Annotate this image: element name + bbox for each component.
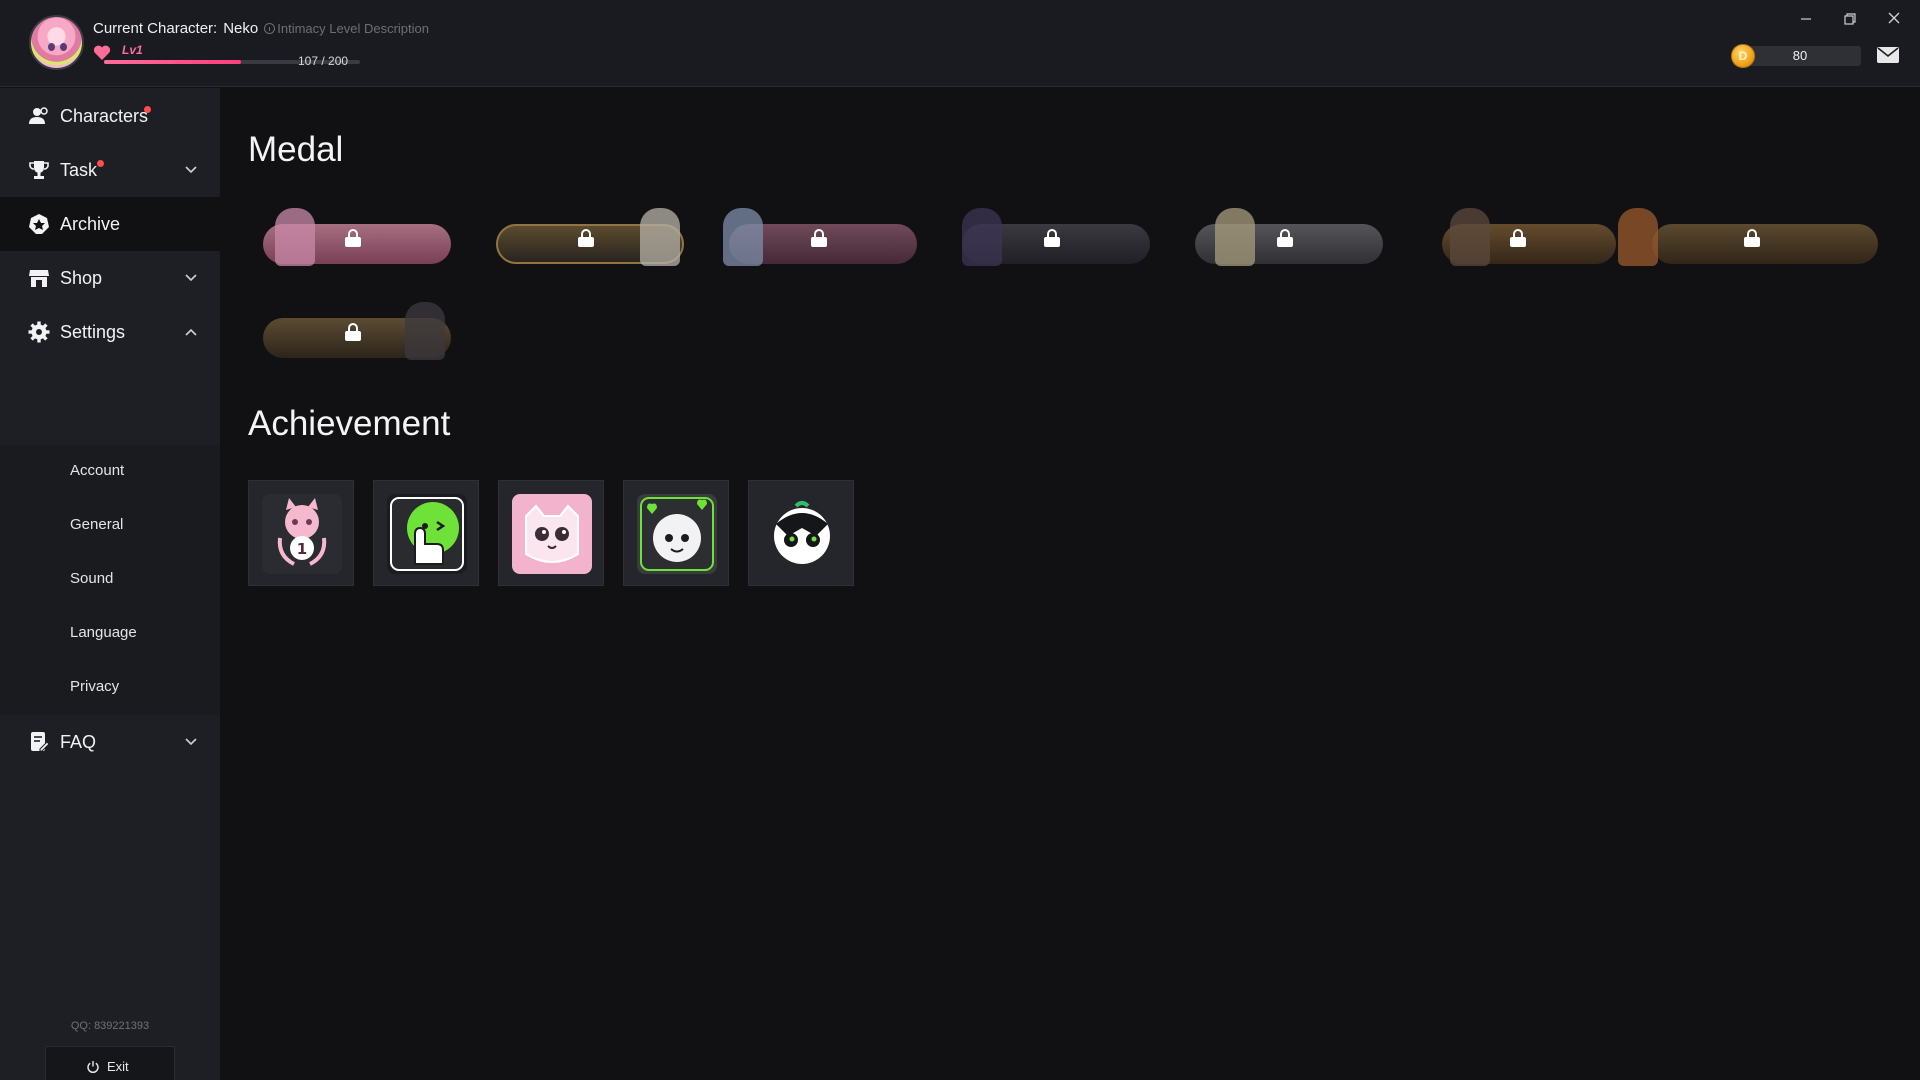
sidebar-item-shop[interactable]: Shop bbox=[0, 251, 220, 305]
document-edit-icon bbox=[31, 732, 50, 752]
sidebar-item-characters[interactable]: Characters bbox=[0, 89, 220, 143]
settings-item-label: Privacy bbox=[70, 678, 120, 695]
medal-character-art bbox=[723, 208, 763, 266]
lock-icon bbox=[811, 229, 827, 247]
sidebar-item-label: Shop bbox=[60, 267, 103, 288]
medal-character-art bbox=[1618, 208, 1658, 266]
sidebar-item-settings[interactable]: Settings bbox=[0, 305, 220, 359]
restore-icon[interactable] bbox=[1837, 6, 1863, 30]
settings-submenu: Account General Sound Language Privacy bbox=[0, 445, 220, 715]
achievement-item-heart-face[interactable] bbox=[623, 480, 729, 586]
medal-character-art bbox=[275, 208, 315, 266]
current-character-label: Current Character: bbox=[93, 20, 218, 37]
level-label: Lv1 bbox=[122, 43, 143, 57]
lock-icon bbox=[1744, 229, 1760, 247]
exit-label: Exit bbox=[107, 1059, 129, 1074]
power-icon bbox=[87, 1061, 99, 1074]
mail-icon[interactable] bbox=[1877, 47, 1899, 63]
medal-item[interactable] bbox=[1412, 202, 1626, 276]
settings-item-label: Sound bbox=[70, 570, 114, 587]
avatar-eye bbox=[48, 43, 55, 51]
intimacy-progress-fill bbox=[104, 60, 241, 64]
shop-icon bbox=[29, 270, 49, 287]
lock-icon bbox=[1510, 229, 1526, 247]
character-avatar[interactable] bbox=[29, 15, 84, 70]
medal-character-art bbox=[1450, 208, 1490, 266]
lock-icon bbox=[345, 323, 361, 341]
heart-icon bbox=[93, 45, 111, 60]
coin-icon: D bbox=[1731, 44, 1755, 68]
medal-item[interactable] bbox=[1618, 202, 1888, 276]
chevron-down-icon bbox=[185, 274, 197, 282]
heart-face-icon bbox=[637, 494, 717, 574]
svg-text:1: 1 bbox=[297, 540, 307, 558]
sidebar-item-label: FAQ bbox=[60, 731, 97, 752]
achievement-heading: Achievement bbox=[248, 404, 451, 443]
medal-item[interactable] bbox=[247, 202, 461, 276]
medal-item[interactable] bbox=[713, 202, 927, 276]
sidebar-item-faq[interactable]: FAQ bbox=[0, 715, 220, 769]
medal-heading: Medal bbox=[248, 130, 344, 169]
close-icon[interactable] bbox=[1881, 6, 1907, 30]
achievement-item-rank-1[interactable]: 1 bbox=[248, 480, 354, 586]
top-bar: Current Character: Neko Intimacy Level Des… bbox=[0, 0, 1920, 87]
achievement-item-panda[interactable] bbox=[748, 480, 854, 586]
settings-item-general[interactable]: General bbox=[0, 499, 220, 553]
sidebar-item-task[interactable]: Task bbox=[0, 143, 220, 197]
sidebar: Characters Task Archive Shop Settings Ac… bbox=[0, 88, 220, 1080]
info-icon[interactable] bbox=[264, 23, 276, 34]
medal-item[interactable] bbox=[247, 296, 461, 370]
panda-face-icon bbox=[762, 494, 842, 574]
medal-item[interactable] bbox=[946, 202, 1160, 276]
settings-item-sound[interactable]: Sound bbox=[0, 553, 220, 607]
notification-dot bbox=[97, 160, 104, 167]
character-name: Neko bbox=[223, 20, 259, 37]
achievement-item-tap[interactable] bbox=[373, 480, 479, 586]
medal-character-art bbox=[962, 208, 1002, 266]
medal-character-art bbox=[1215, 208, 1255, 266]
lock-icon bbox=[1044, 229, 1060, 247]
sidebar-item-label: Characters bbox=[60, 105, 149, 126]
intimacy-progress-text: 107 / 200 bbox=[298, 54, 349, 68]
medal-character-art bbox=[405, 302, 445, 360]
tap-hand-icon bbox=[387, 494, 467, 574]
notification-dot bbox=[144, 106, 151, 113]
sidebar-item-label: Archive bbox=[60, 213, 121, 234]
lock-icon bbox=[578, 229, 594, 247]
gear-icon bbox=[28, 321, 50, 343]
minimize-icon[interactable] bbox=[1793, 6, 1819, 30]
chevron-down-icon bbox=[185, 738, 197, 746]
medal-item[interactable] bbox=[480, 202, 694, 276]
sidebar-item-archive[interactable]: Archive bbox=[0, 197, 220, 251]
sidebar-item-label: Settings bbox=[60, 321, 126, 342]
archive-icon bbox=[29, 214, 49, 234]
settings-item-language[interactable]: Language bbox=[0, 607, 220, 661]
current-character-line: Current Character: Neko Intimacy Level Des… bbox=[93, 20, 429, 37]
settings-item-label: General bbox=[70, 516, 124, 533]
trophy-icon bbox=[29, 161, 49, 179]
pink-cat-icon bbox=[512, 494, 592, 574]
qq-contact: QQ: 839221393 bbox=[70, 1020, 150, 1032]
chevron-up-icon bbox=[185, 328, 197, 336]
users-icon bbox=[29, 107, 48, 124]
settings-item-label: Account bbox=[70, 462, 125, 479]
coin-count: 80 bbox=[1792, 48, 1808, 63]
medal-plaque bbox=[1652, 224, 1878, 264]
laurel-cat-badge-icon: 1 bbox=[262, 494, 342, 574]
sidebar-item-label: Task bbox=[60, 159, 98, 180]
medal-item[interactable] bbox=[1179, 202, 1393, 276]
chevron-down-icon bbox=[185, 166, 197, 174]
exit-button[interactable]: Exit bbox=[45, 1046, 175, 1080]
lock-icon bbox=[345, 229, 361, 247]
achievement-item-pink-cat[interactable] bbox=[498, 480, 604, 586]
lock-icon bbox=[1277, 229, 1293, 247]
intimacy-description-link[interactable]: Intimacy Level Description bbox=[277, 21, 429, 36]
settings-item-account[interactable]: Account bbox=[0, 445, 220, 499]
avatar-eye bbox=[60, 43, 67, 51]
settings-item-label: Language bbox=[70, 624, 137, 641]
settings-item-privacy[interactable]: Privacy bbox=[0, 661, 220, 715]
medal-character-art bbox=[640, 208, 680, 266]
